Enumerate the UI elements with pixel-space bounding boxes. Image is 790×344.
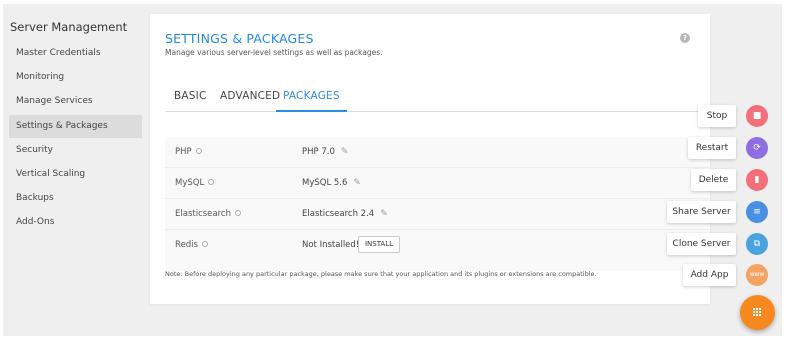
sidebar-item-security[interactable]: Security: [9, 139, 142, 162]
add-app-button[interactable]: Add App: [683, 264, 736, 286]
www-icon[interactable]: www: [746, 264, 768, 286]
table-row: MySQL MySQL 5.6 ✎: [165, 168, 710, 199]
edit-icon[interactable]: ✎: [341, 147, 349, 157]
compatibility-note: Note: Before deploying any particular pa…: [165, 270, 597, 278]
stop-button[interactable]: Stop: [698, 105, 736, 127]
share-icon[interactable]: ≡: [746, 201, 768, 223]
trash-icon[interactable]: ▮: [746, 169, 768, 191]
tab-basic[interactable]: BASIC: [174, 90, 206, 112]
stop-icon[interactable]: ■: [746, 105, 768, 127]
sidebar-item-vertical-scaling[interactable]: Vertical Scaling: [9, 163, 142, 186]
tab-bar: BASIC ADVANCED PACKAGES: [165, 90, 715, 112]
sidebar-item-monitoring[interactable]: Monitoring: [9, 66, 142, 89]
sidebar: Server Management Master Credentials Mon…: [3, 4, 143, 334]
package-value: MySQL 5.6 ✎: [302, 178, 361, 188]
sidebar-item-add-ons[interactable]: Add-Ons: [9, 211, 142, 234]
sidebar-item-backups[interactable]: Backups: [9, 187, 142, 210]
packages-table: PHP PHP 7.0 ✎ MySQL MySQL 5.6 ✎ Elasticsea…: [165, 137, 710, 271]
sidebar-item-settings-packages[interactable]: Settings & Packages: [9, 115, 142, 138]
package-name: MySQL: [175, 178, 215, 188]
install-button[interactable]: INSTALL: [358, 236, 400, 253]
sidebar-item-master-credentials[interactable]: Master Credentials: [9, 42, 142, 65]
help-icon[interactable]: ?: [680, 33, 690, 43]
table-row: PHP PHP 7.0 ✎: [165, 137, 710, 168]
menu-fab-button[interactable]: [740, 295, 775, 330]
grid-icon: [753, 308, 762, 317]
sidebar-item-manage-services[interactable]: Manage Services: [9, 90, 142, 113]
package-name: Redis: [175, 240, 208, 250]
info-icon[interactable]: [234, 210, 241, 216]
package-name: PHP: [175, 147, 202, 157]
table-row: Redis Not Installed! INSTALL: [165, 230, 710, 261]
package-value: PHP 7.0 ✎: [302, 147, 349, 157]
package-value: Elasticsearch 2.4 ✎: [302, 209, 388, 219]
restart-button[interactable]: Restart: [688, 137, 736, 159]
tab-packages[interactable]: PACKAGES: [276, 90, 347, 112]
page-subtitle: Manage various server-level settings as …: [165, 48, 383, 57]
info-icon[interactable]: [201, 241, 208, 247]
edit-icon[interactable]: ✎: [380, 209, 388, 219]
clone-server-button[interactable]: Clone Server: [667, 233, 736, 255]
package-value: Not Installed!: [302, 240, 360, 250]
sidebar-title: Server Management: [10, 20, 128, 34]
package-name: Elasticsearch: [175, 209, 241, 219]
delete-button[interactable]: Delete: [691, 169, 736, 191]
restart-icon[interactable]: ⟳: [746, 137, 768, 159]
settings-card: SETTINGS & PACKAGES Manage various serve…: [150, 14, 715, 304]
info-icon[interactable]: [208, 179, 215, 185]
page-title: SETTINGS & PACKAGES: [165, 31, 314, 46]
tab-advanced[interactable]: ADVANCED: [220, 90, 280, 112]
table-row: Elasticsearch Elasticsearch 2.4 ✎: [165, 199, 710, 230]
clone-icon[interactable]: ⧉: [746, 233, 768, 255]
info-icon[interactable]: [195, 148, 202, 154]
share-server-button[interactable]: Share Server: [667, 201, 736, 223]
edit-icon[interactable]: ✎: [353, 178, 361, 188]
